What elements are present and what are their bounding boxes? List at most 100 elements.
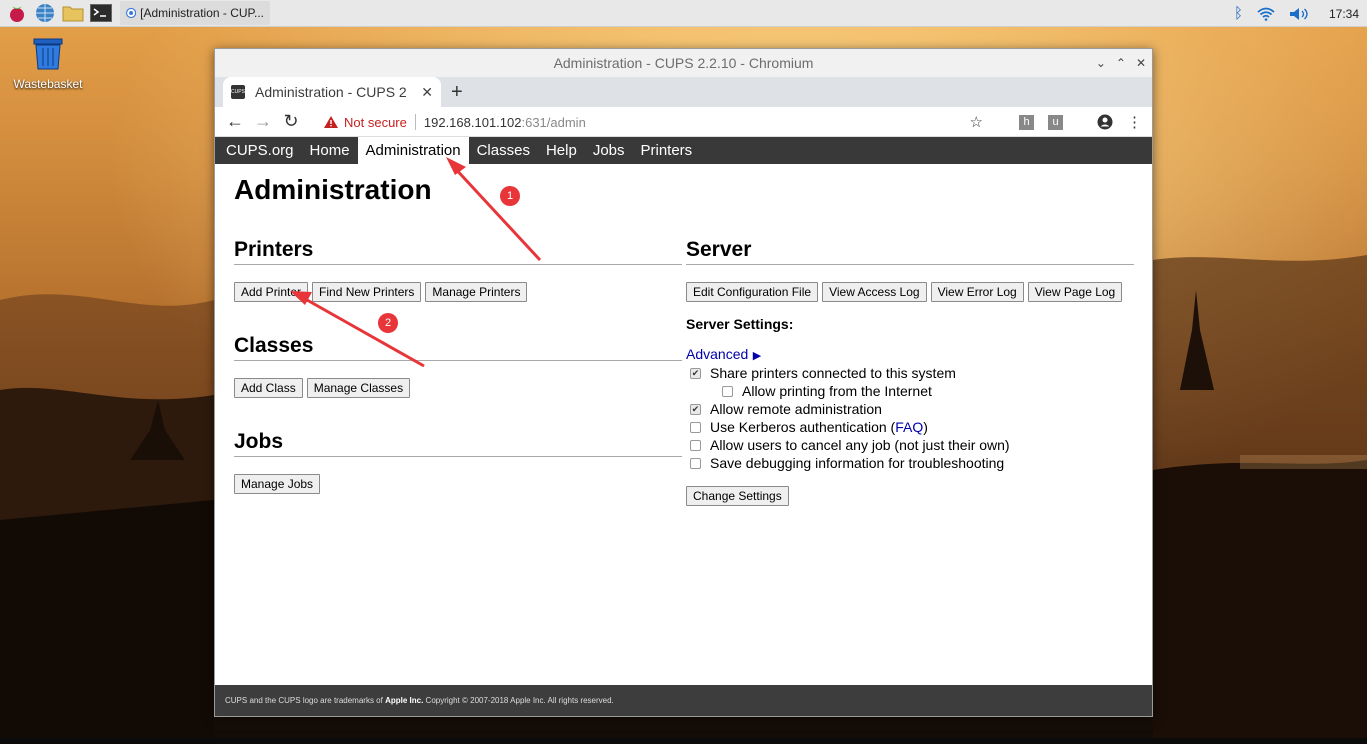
wastebasket-label: Wastebasket [13, 77, 83, 91]
kerberos-checkbox[interactable] [690, 421, 701, 433]
jobs-heading: Jobs [234, 430, 682, 457]
terminal-icon[interactable] [90, 2, 112, 24]
footer-company: Apple Inc. [385, 696, 424, 705]
server-section: Server Edit Configuration File View Acce… [686, 238, 1134, 506]
wifi-icon[interactable] [1257, 7, 1275, 21]
forward-icon[interactable]: → [249, 111, 277, 132]
add-printer-button[interactable]: Add Printer [234, 282, 309, 302]
manage-jobs-button[interactable]: Manage Jobs [234, 474, 321, 494]
back-icon[interactable]: ← [221, 111, 249, 132]
share-printers-checkbox[interactable]: ✔ [690, 367, 701, 379]
tab-title: Administration - CUPS 2 [255, 84, 407, 100]
cancel-any-job-checkbox[interactable] [690, 439, 701, 451]
profile-avatar-icon[interactable] [1097, 114, 1113, 130]
expand-arrow-icon: ▶ [752, 350, 762, 362]
nav-administration[interactable]: Administration [357, 137, 469, 164]
manage-classes-button[interactable]: Manage Classes [306, 378, 411, 398]
view-error-log-button[interactable]: View Error Log [930, 282, 1024, 302]
minimize-icon[interactable]: ⌄ [1096, 56, 1106, 70]
option-kerberos[interactable]: Use Kerberos authentication (FAQ) [686, 418, 1134, 436]
browser-tab[interactable]: CUPS Administration - CUPS 2 ✕ [223, 77, 441, 107]
debug-logging-label: Save debugging information for troublesh… [710, 455, 1005, 471]
cups-navbar: CUPS.org Home Administration Classes Hel… [215, 137, 1152, 164]
step-badge-1: 1 [500, 186, 520, 206]
advanced-link[interactable]: Advanced [686, 346, 748, 362]
option-cancel-any-job[interactable]: Allow users to cancel any job (not just … [686, 436, 1134, 454]
taskbar-chromium-task[interactable]: [Administration - CUP... [120, 1, 270, 25]
nav-help[interactable]: Help [538, 137, 585, 164]
jobs-section: Jobs Manage Jobs [234, 430, 682, 494]
server-settings-label: Server Settings: [686, 316, 794, 332]
printers-heading: Printers [234, 238, 682, 265]
tab-strip: CUPS Administration - CUPS 2 ✕ + [215, 77, 1152, 107]
clock[interactable]: 17:34 [1329, 7, 1359, 21]
extension-h-icon[interactable]: h [1019, 114, 1034, 130]
toolbar-actions: ☆ h u ⋮ [970, 107, 1142, 137]
close-window-icon[interactable]: ✕ [1136, 56, 1146, 70]
option-remote-admin[interactable]: ✔ Allow remote administration [686, 400, 1134, 418]
view-access-log-button[interactable]: View Access Log [822, 282, 927, 302]
share-printers-label: Share printers connected to this system [710, 365, 956, 381]
allow-internet-label: Allow printing from the Internet [742, 383, 932, 399]
bottom-strip [0, 738, 1367, 744]
kerberos-label-end: ) [923, 419, 928, 435]
wastebasket-icon [33, 38, 63, 70]
nav-jobs[interactable]: Jobs [585, 137, 633, 164]
address-bar[interactable]: Not secure 192.168.101.102 :631/admin [314, 109, 1020, 135]
nav-home[interactable]: Home [302, 137, 358, 164]
security-indicator[interactable]: Not secure [324, 115, 407, 130]
edit-configuration-button[interactable]: Edit Configuration File [686, 282, 819, 302]
option-debug-logging[interactable]: Save debugging information for troublesh… [686, 454, 1134, 472]
file-manager-icon[interactable] [62, 2, 84, 24]
nav-cups-org[interactable]: CUPS.org [218, 137, 302, 164]
manage-printers-button[interactable]: Manage Printers [425, 282, 528, 302]
window-titlebar[interactable]: Administration - CUPS 2.2.10 - Chromium … [215, 49, 1152, 77]
view-page-log-button[interactable]: View Page Log [1027, 282, 1123, 302]
web-browser-icon[interactable] [34, 2, 56, 24]
extension-u-icon[interactable]: u [1048, 114, 1063, 130]
change-settings-button[interactable]: Change Settings [686, 486, 789, 506]
remote-admin-checkbox[interactable]: ✔ [690, 403, 701, 415]
step-badge-2: 2 [378, 313, 398, 333]
option-share-printers[interactable]: ✔ Share printers connected to this syste… [686, 364, 1134, 382]
option-allow-internet[interactable]: Allow printing from the Internet [686, 382, 1134, 400]
debug-logging-checkbox[interactable] [690, 457, 701, 469]
bluetooth-icon[interactable]: ᛒ [1234, 5, 1243, 22]
chromium-icon [126, 7, 137, 19]
classes-section: Classes Add Class Manage Classes [234, 334, 682, 398]
close-tab-icon[interactable]: ✕ [421, 84, 433, 101]
cancel-any-job-label: Allow users to cancel any job (not just … [710, 437, 1010, 453]
warning-icon [324, 116, 338, 128]
kerberos-faq-link[interactable]: FAQ [895, 419, 923, 435]
new-tab-icon[interactable]: + [451, 81, 463, 104]
raspberry-menu-icon[interactable] [6, 2, 28, 24]
nav-classes[interactable]: Classes [469, 137, 538, 164]
taskbar: [Administration - CUP... ᛒ 17:34 [0, 0, 1367, 27]
volume-icon[interactable] [1289, 7, 1309, 21]
remote-admin-label: Allow remote administration [710, 401, 882, 417]
window-controls: ⌄ ⌃ ✕ [1096, 49, 1146, 77]
url-path: :631/admin [521, 114, 586, 130]
kerberos-label: Use Kerberos authentication ( [710, 419, 896, 435]
cups-favicon-icon: CUPS [231, 85, 245, 99]
footer-copyright: Copyright © 2007-2018 Apple Inc. All rig… [423, 696, 614, 705]
url-host: 192.168.101.102 [423, 114, 522, 130]
menu-kebab-icon[interactable]: ⋮ [1127, 113, 1142, 131]
bookmark-star-icon[interactable]: ☆ [970, 113, 983, 131]
page-content: Administration Printers Add Printer Find… [215, 164, 1152, 684]
advanced-toggle[interactable]: Advanced ▶ [686, 346, 1134, 364]
nav-printers[interactable]: Printers [633, 137, 701, 164]
add-class-button[interactable]: Add Class [234, 378, 303, 398]
security-label: Not secure [344, 114, 407, 130]
toolbar: ← → ↻ Not secure 192.168.101.102 :631/ad… [215, 107, 1152, 137]
desktop-wastebasket[interactable]: Wastebasket [12, 38, 84, 91]
window-title: Administration - CUPS 2.2.10 - Chromium [553, 55, 814, 71]
reload-icon[interactable]: ↻ [277, 111, 305, 132]
chromium-window: Administration - CUPS 2.2.10 - Chromium … [214, 48, 1153, 717]
page-footer: CUPS and the CUPS logo are trademarks of… [215, 685, 1152, 716]
allow-internet-checkbox[interactable] [722, 385, 733, 397]
maximize-icon[interactable]: ⌃ [1116, 56, 1126, 70]
classes-heading: Classes [234, 334, 682, 361]
page-title: Administration [234, 174, 432, 205]
find-new-printers-button[interactable]: Find New Printers [312, 282, 422, 302]
